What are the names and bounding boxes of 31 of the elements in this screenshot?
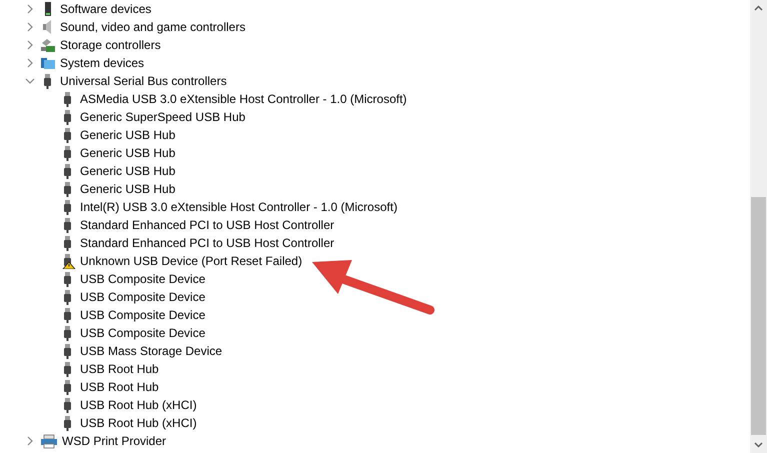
tree-item[interactable]: ASMedia USB 3.0 eXtensible Host Controller - 1.0 (Microsoft): [80, 92, 407, 106]
tree-item[interactable]: USB Composite Device: [80, 290, 206, 304]
printer-icon: [40, 433, 58, 449]
usb-plug-warning-icon: [60, 253, 76, 269]
storage-icon: [40, 37, 56, 53]
tree-item[interactable]: WSD Print Provider: [62, 434, 166, 448]
folder-monitor-icon: [40, 55, 56, 71]
tree-item[interactable]: USB Root Hub (xHCI): [80, 416, 197, 430]
tree-item[interactable]: System devices: [60, 56, 144, 70]
tree-item[interactable]: USB Composite Device: [80, 272, 206, 286]
tree-item[interactable]: Generic USB Hub: [80, 182, 176, 196]
tree-item[interactable]: USB Mass Storage Device: [80, 344, 222, 358]
tree-item[interactable]: USB Composite Device: [80, 308, 206, 322]
tree-item[interactable]: USB Root Hub (xHCI): [80, 398, 197, 412]
tree-item[interactable]: USB Composite Device: [80, 326, 206, 340]
tree-item[interactable]: Standard Enhanced PCI to USB Host Controller: [80, 236, 334, 250]
tree-item[interactable]: Intel(R) USB 3.0 eXtensible Host Controller - 1.0 (Microsoft): [80, 200, 398, 214]
tree-item[interactable]: Generic USB Hub: [80, 164, 176, 178]
tree-item[interactable]: USB Root Hub: [80, 380, 159, 394]
tree-item[interactable]: USB Root Hub: [80, 362, 159, 376]
scrollbar-thumb[interactable]: [751, 197, 766, 435]
tree-item[interactable]: Standard Enhanced PCI to USB Host Controller: [80, 218, 334, 232]
tree-item[interactable]: Storage controllers: [60, 38, 161, 52]
tree-item[interactable]: Generic USB Hub: [80, 128, 176, 142]
tree-item[interactable]: Sound, video and game controllers: [60, 20, 246, 34]
tree-item[interactable]: Unknown USB Device (Port Reset Failed): [80, 254, 302, 268]
tree-item[interactable]: Software devices: [60, 2, 152, 16]
scrollbar[interactable]: [750, 0, 767, 453]
tree-item[interactable]: Generic SuperSpeed USB Hub: [80, 110, 246, 124]
tree-item[interactable]: Universal Serial Bus controllers: [60, 74, 227, 88]
tree-item[interactable]: Generic USB Hub: [80, 146, 176, 160]
